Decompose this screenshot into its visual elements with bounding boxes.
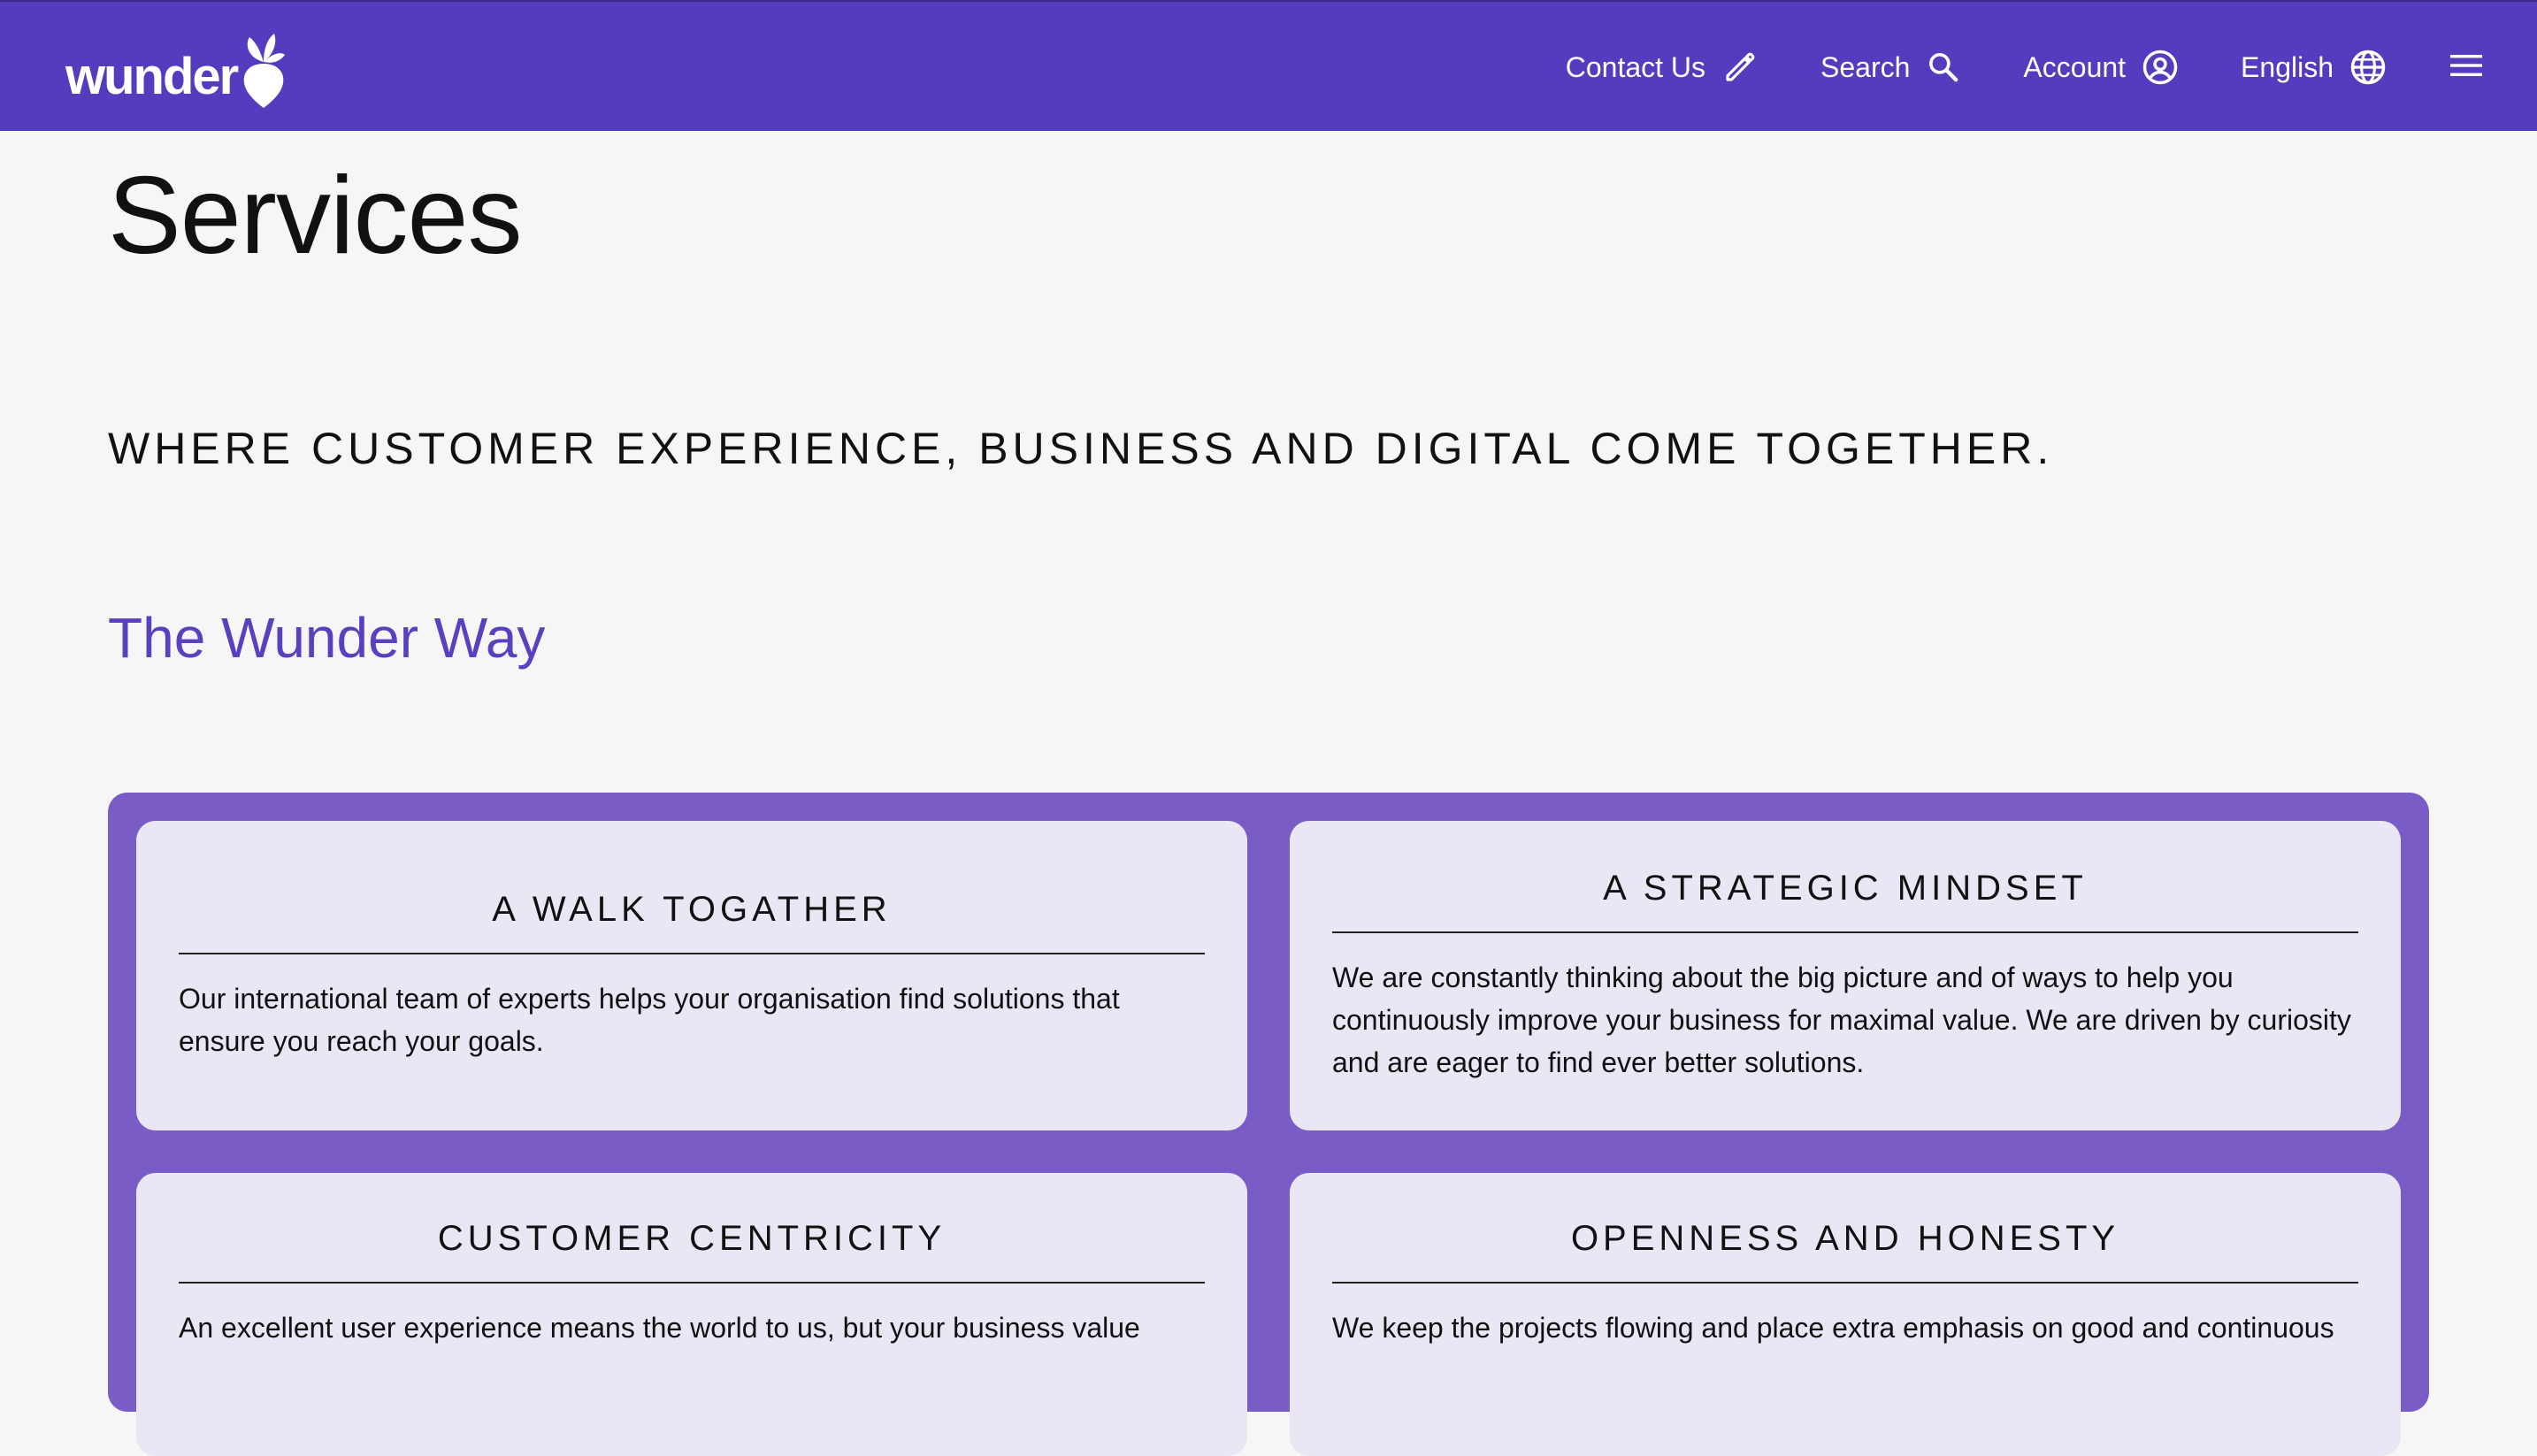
- values-panel: A WALK TOGATHER Our international team o…: [108, 793, 2429, 1456]
- nav-language-label: English: [2241, 50, 2334, 83]
- value-card-title: A WALK TOGATHER: [492, 890, 892, 929]
- search-icon: [1929, 52, 1958, 82]
- page-tagline: WHERE CUSTOMER EXPERIENCE, BUSINESS AND …: [108, 424, 2054, 473]
- value-card-walk-together: A WALK TOGATHER Our international team o…: [136, 821, 1247, 1130]
- beet-logo-icon: [243, 34, 286, 108]
- hamburger-menu-icon[interactable]: [2449, 52, 2484, 83]
- value-card-title: CUSTOMER CENTRICITY: [437, 1219, 947, 1258]
- nav-contact-us-label: Contact Us: [1565, 50, 1706, 83]
- top-navigation-bar: wunder Contact Us Search Account English: [0, 0, 2537, 131]
- value-card-title: OPENNESS AND HONESTY: [1570, 1219, 2120, 1258]
- value-card-customer-centricity: CUSTOMER CENTRICITY An excellent user ex…: [136, 1173, 1247, 1456]
- nav-contact-us[interactable]: Contact Us: [1566, 49, 1759, 86]
- page-title: Services: [108, 155, 522, 277]
- nav-search[interactable]: Search: [1820, 50, 1961, 85]
- value-card-strategic-mindset: A STRATEGIC MINDSET We are constantly th…: [1290, 821, 2401, 1130]
- value-card-openness-honesty: OPENNESS AND HONESTY We keep the project…: [1290, 1173, 2401, 1456]
- value-card-text: Our international team of experts helps …: [179, 983, 1120, 1057]
- nav-language[interactable]: English: [2241, 49, 2387, 86]
- pencil-icon: [1726, 52, 1755, 81]
- section-title-wunder-way: The Wunder Way: [108, 606, 546, 670]
- nav-account[interactable]: Account: [2023, 49, 2179, 86]
- nav-account-label: Account: [2023, 50, 2127, 83]
- nav-search-label: Search: [1820, 50, 1911, 83]
- value-card-text: We are constantly thinking about the big…: [1332, 962, 2351, 1078]
- wunder-logo[interactable]: wunder: [65, 28, 287, 108]
- account-icon: [2142, 50, 2178, 85]
- header-nav: Contact Us Search Account English: [1566, 2, 2537, 133]
- logo-text: wunder: [65, 48, 239, 105]
- value-card-title: A STRATEGIC MINDSET: [1603, 869, 2088, 908]
- globe-icon: [2350, 50, 2386, 85]
